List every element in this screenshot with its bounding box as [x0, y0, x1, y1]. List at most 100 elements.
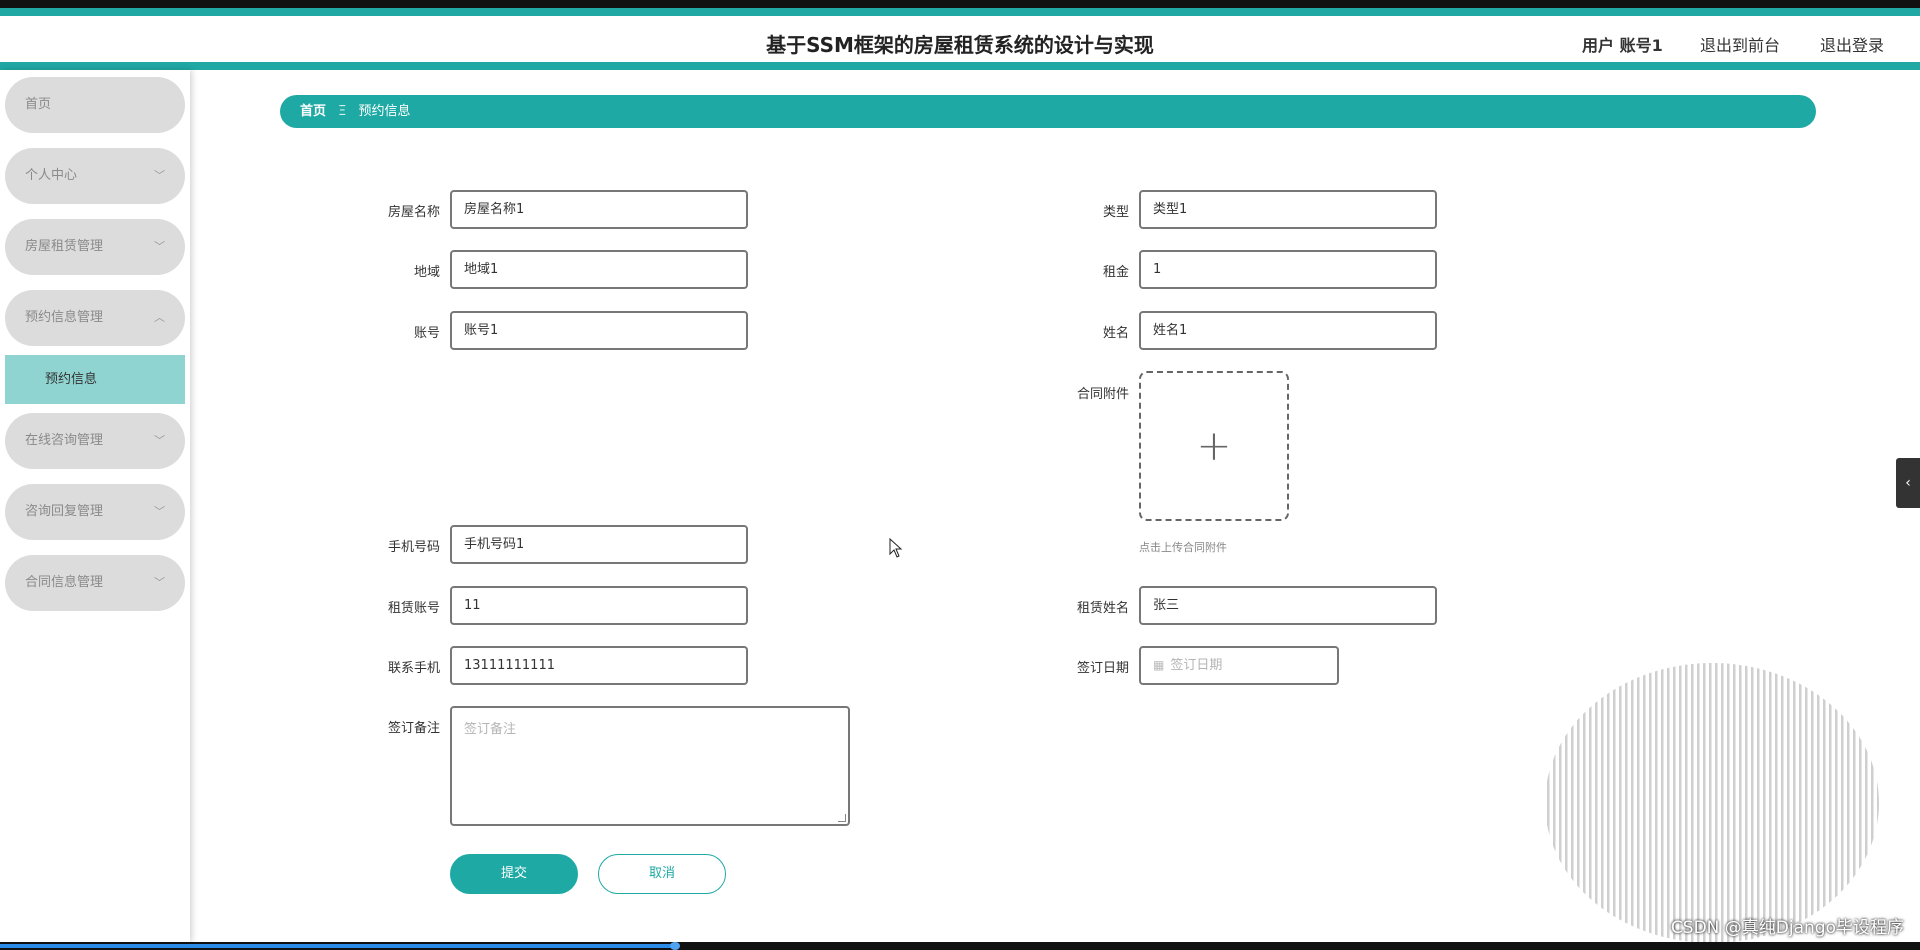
name-field[interactable]: 姓名1 — [1139, 311, 1437, 350]
sign-date-label: 签订日期 — [1076, 661, 1129, 676]
sidebar-item-label: 房屋租赁管理 — [25, 239, 104, 254]
decorative-stripe — [1703, 663, 1706, 942]
sidebar-item-online-consult[interactable]: 在线咨询管理 ﹀ — [5, 413, 185, 469]
decorative-stripe — [1787, 663, 1790, 942]
name-label: 姓名 — [1102, 326, 1129, 341]
sign-remark-label: 签订备注 — [387, 721, 440, 736]
sidebar-item-label: 首页 — [25, 97, 52, 112]
chevron-down-icon: ﹀ — [154, 434, 165, 447]
decorative-stripe — [1631, 663, 1634, 942]
sidebar-item-personal-center[interactable]: 个人中心 ﹀ — [5, 148, 185, 204]
decorative-stripe — [1781, 663, 1784, 942]
sidebar-item-home[interactable]: 首页 — [5, 77, 185, 133]
phone-label: 手机号码 — [387, 540, 440, 555]
decorative-stripe — [1577, 663, 1580, 942]
plus-icon: + — [1196, 421, 1232, 470]
house-name-field[interactable]: 房屋名称1 — [450, 190, 748, 229]
decorative-stripe — [1679, 663, 1682, 942]
decorative-striped-circle — [1547, 663, 1879, 942]
sidebar-item-contract[interactable]: 合同信息管理 ﹀ — [5, 555, 185, 611]
user-account-label[interactable]: 用户 账号1 — [1582, 32, 1663, 56]
breadcrumb: 首页 Ξ 预约信息 — [280, 95, 1816, 128]
decorative-stripe — [1829, 663, 1832, 942]
chevron-up-icon: ︿ — [154, 311, 165, 324]
decorative-stripe — [1805, 663, 1808, 942]
decorative-stripe — [1601, 663, 1604, 942]
sign-date-picker[interactable]: ▦ 签订日期 — [1139, 646, 1339, 685]
region-field[interactable]: 地域1 — [450, 250, 748, 289]
decorative-stripe — [1715, 663, 1718, 942]
renter-account-field[interactable]: 11 — [450, 586, 748, 625]
decorative-stripe — [1853, 663, 1856, 942]
scroll-progress-knob[interactable] — [670, 942, 680, 950]
sidebar-item-consult-reply[interactable]: 咨询回复管理 ﹀ — [5, 484, 185, 540]
sidebar-item-label: 预约信息管理 — [25, 310, 104, 325]
sidebar: 首页 个人中心 ﹀ 房屋租赁管理 ﹀ 预约信息管理 ︿ 预约信息 在线咨询管理 … — [0, 70, 190, 942]
decorative-stripe — [1625, 663, 1628, 942]
sidebar-item-label: 合同信息管理 — [25, 575, 104, 590]
decorative-stripe — [1823, 663, 1826, 942]
decorative-stripe — [1733, 663, 1736, 942]
decorative-stripe — [1673, 663, 1676, 942]
renter-account-label: 租赁账号 — [387, 601, 440, 616]
page: 基于SSM框架的房屋租赁系统的设计与实现 用户 账号1 退出到前台 退出登录 首… — [0, 8, 1920, 942]
logout-link[interactable]: 退出登录 — [1820, 32, 1884, 56]
rent-field[interactable]: 1 — [1139, 250, 1437, 289]
breadcrumb-current: 预约信息 — [358, 104, 411, 119]
decorative-stripe — [1607, 663, 1610, 942]
account-field[interactable]: 账号1 — [450, 311, 748, 350]
contract-file-label: 合同附件 — [1076, 387, 1129, 402]
sidebar-item-house-rental[interactable]: 房屋租赁管理 ﹀ — [5, 219, 185, 275]
decorative-stripe — [1739, 663, 1742, 942]
chevron-down-icon: ﹀ — [154, 576, 165, 589]
contract-upload-box[interactable]: + — [1139, 371, 1289, 521]
decorative-stripe — [1751, 663, 1754, 942]
decorative-stripe — [1757, 663, 1760, 942]
decorative-stripe — [1553, 663, 1556, 942]
watermark: CSDN @真纯Django毕设程序 — [1670, 918, 1904, 938]
account-label: 账号 — [413, 326, 440, 341]
decorative-stripe — [1835, 663, 1838, 942]
submit-button[interactable]: 提交 — [450, 854, 578, 894]
decorative-stripe — [1637, 663, 1640, 942]
decorative-stripe — [1763, 663, 1766, 942]
decorative-stripe — [1727, 663, 1730, 942]
type-field[interactable]: 类型1 — [1139, 190, 1437, 229]
sidebar-item-reservation[interactable]: 预约信息管理 ︿ — [5, 290, 185, 346]
decorative-stripe — [1769, 663, 1772, 942]
decorative-stripe — [1667, 663, 1670, 942]
sign-date-placeholder: 签订日期 — [1170, 658, 1223, 673]
exit-to-front-link[interactable]: 退出到前台 — [1700, 32, 1780, 56]
decorative-stripe — [1547, 663, 1550, 942]
sidebar-item-label: 个人中心 — [25, 168, 78, 183]
window-bottom-edge — [0, 942, 1920, 950]
breadcrumb-separator-icon: Ξ — [338, 104, 347, 119]
sidebar-item-label: 在线咨询管理 — [25, 433, 104, 448]
mouse-pointer-icon — [889, 538, 903, 558]
renter-name-field[interactable]: 张三 — [1139, 586, 1437, 625]
breadcrumb-home[interactable]: 首页 — [300, 104, 326, 119]
contact-phone-field[interactable]: 13111111111 — [450, 646, 748, 685]
resize-grip-icon[interactable] — [838, 814, 846, 822]
decorative-stripe — [1877, 663, 1879, 942]
decorative-stripe — [1847, 663, 1850, 942]
chevron-down-icon: ﹀ — [154, 169, 165, 182]
calendar-icon: ▦ — [1153, 658, 1165, 672]
sign-remark-placeholder: 签订备注 — [464, 722, 517, 737]
decorative-stripe — [1775, 663, 1778, 942]
decorative-stripe — [1595, 663, 1598, 942]
rent-label: 租金 — [1102, 265, 1129, 280]
decorative-stripe — [1655, 663, 1658, 942]
decorative-stripe — [1799, 663, 1802, 942]
sidebar-subitem-reservation-info[interactable]: 预约信息 — [5, 355, 185, 404]
decorative-stripe — [1661, 663, 1664, 942]
sidebar-item-label: 咨询回复管理 — [25, 504, 104, 519]
scroll-progress-bar — [0, 944, 676, 948]
phone-field[interactable]: 手机号码1 — [450, 525, 748, 564]
sign-remark-textarea[interactable]: 签订备注 — [450, 706, 850, 826]
cancel-button[interactable]: 取消 — [598, 854, 726, 894]
decorative-stripe — [1571, 663, 1574, 942]
collapse-panel-tab[interactable]: ‹ — [1896, 458, 1920, 508]
chevron-down-icon: ﹀ — [154, 240, 165, 253]
decorative-stripe — [1613, 663, 1616, 942]
